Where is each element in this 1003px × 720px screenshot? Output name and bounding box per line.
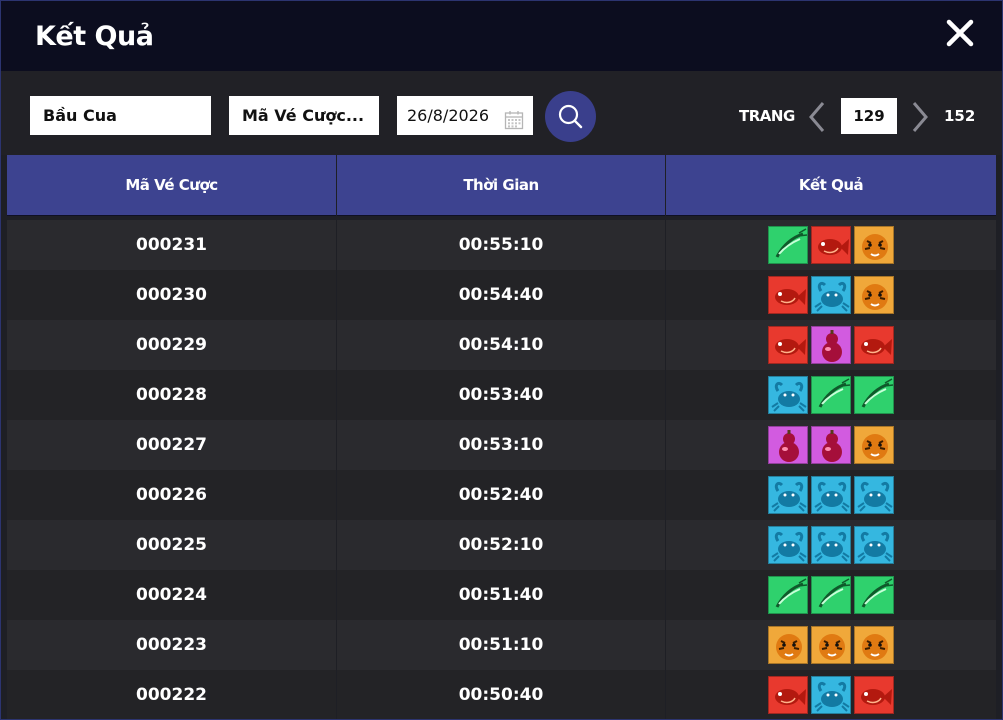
shrimp-icon [811,576,851,614]
fish-icon [811,226,851,264]
result-cell [666,320,996,370]
ticket-code-cell: 000224 [7,570,336,620]
crab-icon [811,276,851,314]
crab-icon [854,526,894,564]
page-total: 152 [944,107,976,125]
result-cell [666,620,996,670]
table-row[interactable]: 000227 00:53:10 [7,420,996,470]
ticket-code-cell: 000222 [7,670,336,719]
ticket-code-cell: 000230 [7,270,336,320]
table-row[interactable]: 000223 00:51:10 [7,620,996,670]
time-cell: 00:51:40 [337,570,665,620]
time-cell: 00:52:10 [337,520,665,570]
crab-icon [854,476,894,514]
result-cell [666,270,996,320]
result-cell [666,670,996,719]
fish-icon [768,676,808,714]
calendar-icon[interactable] [504,105,524,130]
prev-page-icon[interactable] [807,100,827,134]
ticket-code-cell: 000231 [7,220,336,270]
shrimp-icon [854,376,894,414]
results-table: Mã Vé Cược Thời Gian Kết Quả 000231 00:55… [7,155,996,719]
next-page-icon[interactable] [910,100,930,134]
fish-icon [854,676,894,714]
table-row[interactable]: 000222 00:50:40 [7,670,996,719]
table-row[interactable]: 000230 00:54:40 [7,270,996,320]
search-icon [558,104,583,129]
result-cell [666,470,996,520]
crab-icon [768,526,808,564]
fish-icon [854,326,894,364]
crab-icon [811,526,851,564]
fish-icon [768,276,808,314]
time-cell: 00:55:10 [337,220,665,270]
table-row[interactable]: 000225 00:52:10 [7,520,996,570]
result-cell [666,370,996,420]
ticket-code-cell: 000223 [7,620,336,670]
gourd-icon [811,426,851,464]
shrimp-icon [854,576,894,614]
ticket-code-input[interactable]: Mã Vé Cược... [229,96,379,135]
ticket-code-cell: 000225 [7,520,336,570]
crab-icon [811,476,851,514]
time-cell: 00:50:40 [337,670,665,719]
ticket-code-cell: 000229 [7,320,336,370]
table-row[interactable]: 000229 00:54:10 [7,320,996,370]
shrimp-icon [768,226,808,264]
tiger-icon [768,626,808,664]
result-cell [666,520,996,570]
result-cell [666,570,996,620]
table-row[interactable]: 000228 00:53:40 [7,370,996,420]
page-label: TRANG [739,107,795,125]
crab-icon [811,676,851,714]
title-bar: Kết Quả [1,1,1002,71]
window-title: Kết Quả [35,21,154,52]
table-row[interactable]: 000231 00:55:10 [7,220,996,270]
filter-toolbar: Bầu Cua Mã Vé Cược... 26/8/2026 TRANG 12… [1,71,1002,155]
result-cell [666,420,996,470]
tiger-icon [854,626,894,664]
header-ticket-code: Mã Vé Cược [7,155,336,216]
ticket-code-cell: 000226 [7,470,336,520]
date-value: 26/8/2026 [407,106,490,125]
date-picker[interactable]: 26/8/2026 [397,96,533,135]
tiger-icon [811,626,851,664]
ticket-code-cell: 000228 [7,370,336,420]
table-row[interactable]: 000224 00:51:40 [7,570,996,620]
time-cell: 00:53:40 [337,370,665,420]
time-cell: 00:51:10 [337,620,665,670]
ticket-code-cell: 000227 [7,420,336,470]
table-body: 000231 00:55:10 000230 00:54:40 000229 00:54:… [7,220,996,719]
table-row[interactable]: 000226 00:52:40 [7,470,996,520]
gourd-icon [768,426,808,464]
close-icon[interactable] [944,17,976,49]
gourd-icon [811,326,851,364]
game-select[interactable]: Bầu Cua [30,96,211,135]
results-window: Kết Quả Bầu Cua Mã Vé Cược... 26/8/2026 [0,0,1003,720]
shrimp-icon [768,576,808,614]
table-header: Mã Vé Cược Thời Gian Kết Quả [7,155,996,216]
tiger-icon [854,226,894,264]
header-result: Kết Quả [666,155,996,216]
time-cell: 00:53:10 [337,420,665,470]
time-cell: 00:54:10 [337,320,665,370]
crab-icon [768,476,808,514]
tiger-icon [854,276,894,314]
shrimp-icon [811,376,851,414]
tiger-icon [854,426,894,464]
header-time: Thời Gian [337,155,665,216]
result-cell [666,220,996,270]
crab-icon [768,376,808,414]
time-cell: 00:54:40 [337,270,665,320]
fish-icon [768,326,808,364]
search-button[interactable] [545,91,596,142]
page-number-input[interactable]: 129 [841,98,897,134]
time-cell: 00:52:40 [337,470,665,520]
